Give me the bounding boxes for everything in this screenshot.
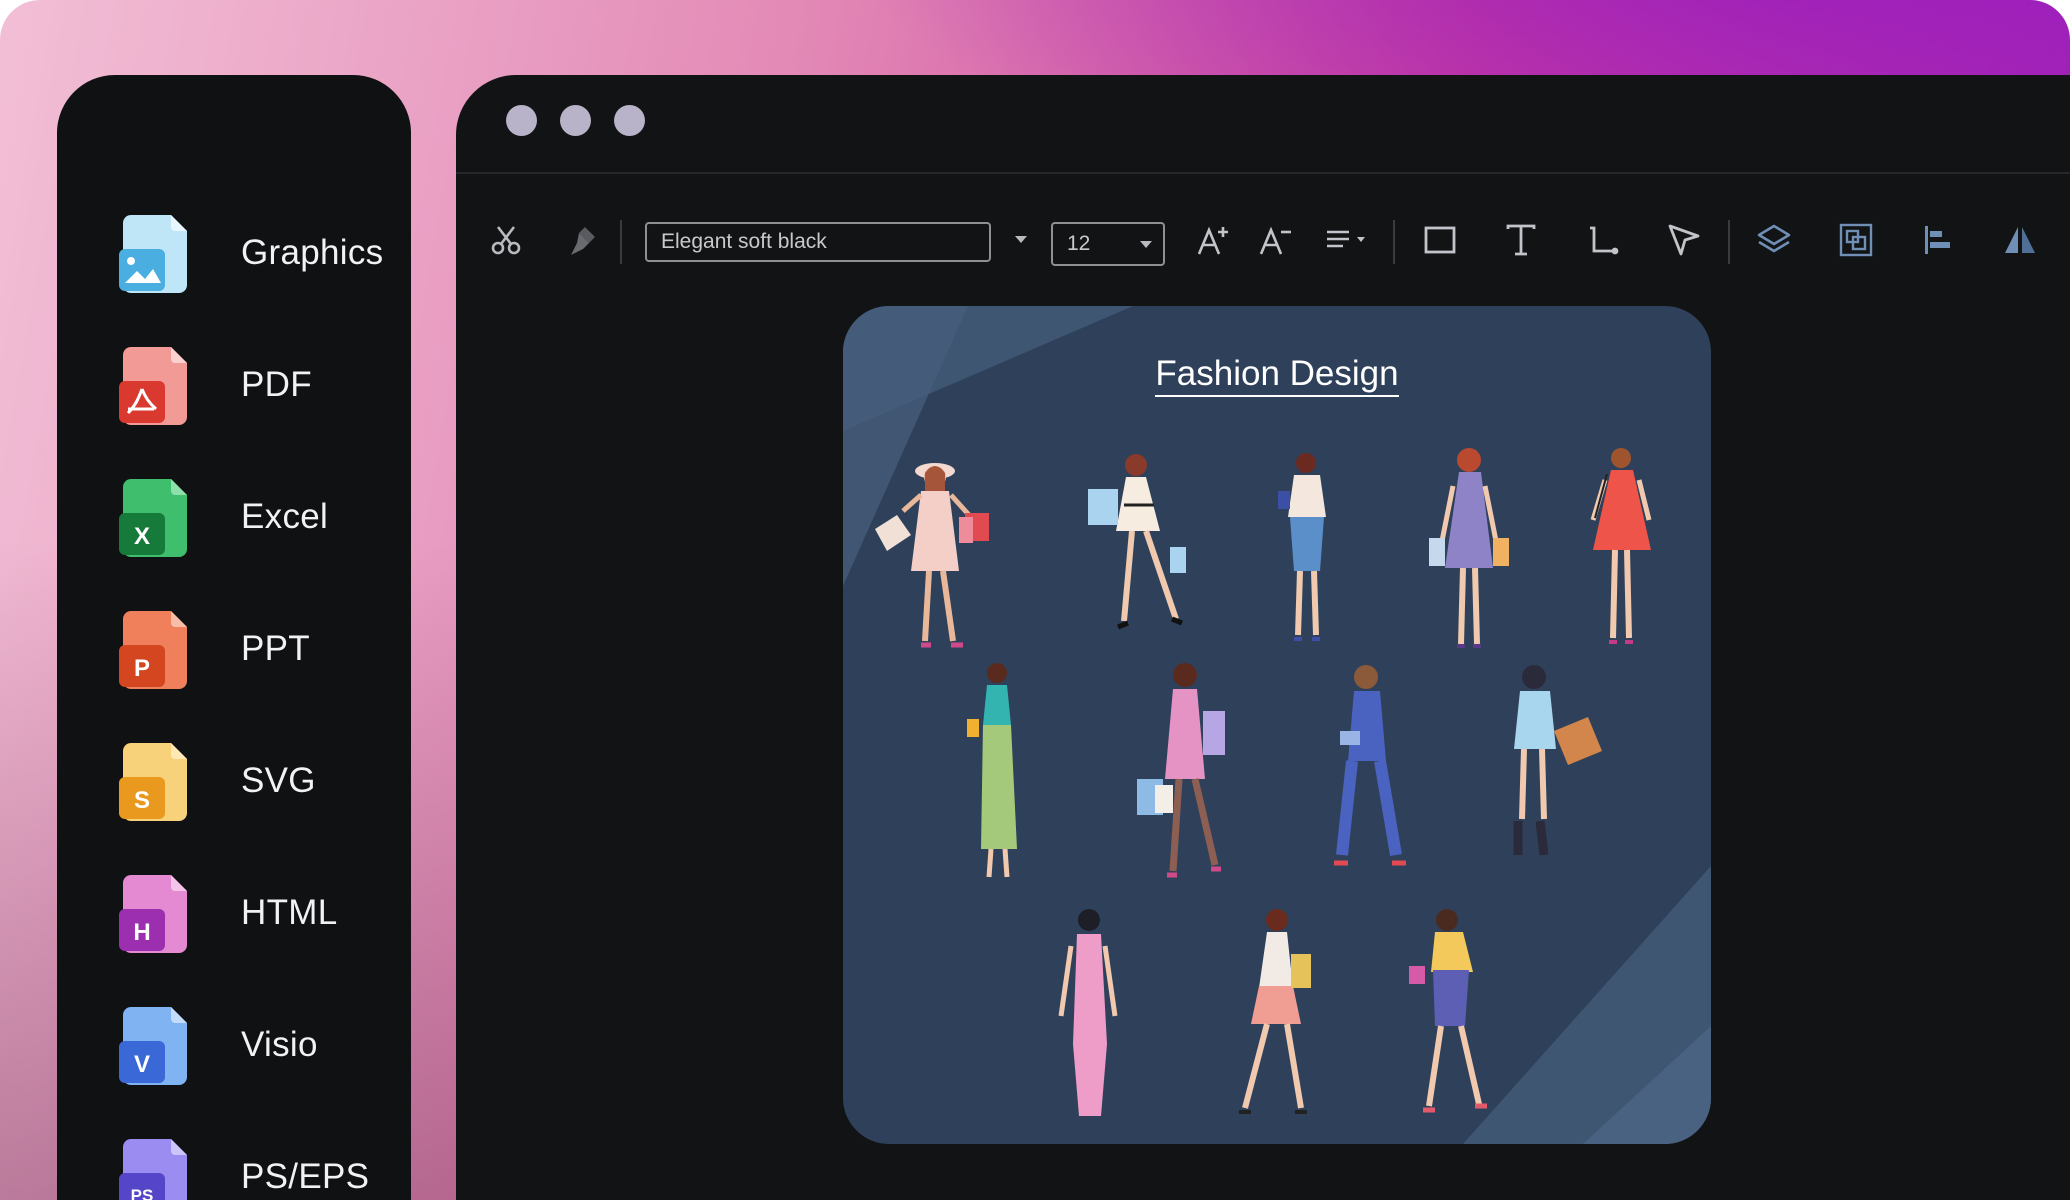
format-item-html[interactable]: H HTML <box>117 868 407 958</box>
svg-text:P: P <box>134 655 150 682</box>
window-dot-close[interactable] <box>506 105 537 136</box>
canvas-card[interactable]: Fashion Design <box>843 306 1711 1144</box>
align-icon[interactable] <box>1318 200 1378 280</box>
format-label: Graphics <box>241 233 384 272</box>
svg-text:V: V <box>134 1051 150 1078</box>
scissors-icon[interactable] <box>478 200 534 280</box>
format-sidebar: Graphics PDF X Excel P PPT S SVG H HTML … <box>57 75 411 1200</box>
format-item-graphics[interactable]: Graphics <box>117 208 407 298</box>
fashion-figure-pink-dress[interactable] <box>1133 661 1253 891</box>
pointer-icon[interactable] <box>1654 200 1714 280</box>
layers-icon[interactable] <box>1744 200 1804 280</box>
ppt-file-icon: P <box>117 607 195 691</box>
format-label: PDF <box>241 365 312 404</box>
editor-window: Elegant soft black 12 Fashion Design <box>456 75 2070 1200</box>
format-label: Visio <box>241 1025 318 1064</box>
format-painter-icon[interactable] <box>554 200 610 280</box>
fashion-figure-purple-dress[interactable] <box>1423 446 1513 666</box>
font-decrease-icon[interactable] <box>1248 200 1304 280</box>
svg-text:H: H <box>133 919 150 946</box>
font-increase-icon[interactable] <box>1186 200 1242 280</box>
format-item-ppt[interactable]: P PPT <box>117 604 407 694</box>
format-item-excel[interactable]: X Excel <box>117 472 407 562</box>
svg-text:PS: PS <box>131 1186 154 1200</box>
fashion-figure-hat[interactable] <box>873 451 1013 661</box>
pdf-file-icon <box>117 343 195 427</box>
fashion-figure-green-skirt[interactable] <box>963 661 1033 891</box>
rectangle-icon[interactable] <box>1410 200 1470 280</box>
format-item-ps-eps[interactable]: PS PS/EPS <box>117 1132 407 1200</box>
toolbar-separator <box>620 220 622 264</box>
fashion-figure-red-dress[interactable] <box>1583 446 1663 666</box>
format-label: Excel <box>241 497 329 536</box>
connector-icon[interactable] <box>1572 200 1632 280</box>
fashion-figure-yellow-top[interactable] <box>1403 906 1503 1136</box>
visio-file-icon: V <box>117 1003 195 1087</box>
titlebar-divider <box>456 172 2070 174</box>
fashion-figure-coral-skirt[interactable] <box>1223 906 1333 1136</box>
format-label: HTML <box>241 893 338 932</box>
fashion-figure-blue-skirt[interactable] <box>1268 451 1348 661</box>
window-controls <box>506 105 645 136</box>
group-icon[interactable] <box>1826 200 1886 280</box>
font-size-select[interactable]: 12 <box>1051 222 1165 266</box>
excel-file-icon: X <box>117 475 195 559</box>
format-item-pdf[interactable]: PDF <box>117 340 407 430</box>
chevron-down-icon[interactable] <box>1006 200 1036 280</box>
canvas-title[interactable]: Fashion Design <box>843 354 1711 397</box>
fashion-figure-pink-gown[interactable] <box>1053 906 1133 1136</box>
image-file-icon <box>117 211 195 295</box>
format-item-svg[interactable]: S SVG <box>117 736 407 826</box>
flip-icon[interactable] <box>1990 200 2050 280</box>
text-icon[interactable] <box>1491 200 1551 280</box>
format-label: PS/EPS <box>241 1157 370 1196</box>
svg-text:S: S <box>134 787 150 814</box>
ps-eps-file-icon: PS <box>117 1135 195 1200</box>
fashion-figure-blue-jumpsuit[interactable] <box>1318 661 1418 891</box>
align-left-icon[interactable] <box>1908 200 1968 280</box>
format-item-visio[interactable]: V Visio <box>117 1000 407 1090</box>
fashion-figure-shopping[interactable] <box>1088 451 1198 661</box>
window-dot-maximize[interactable] <box>614 105 645 136</box>
format-label: PPT <box>241 629 310 668</box>
html-file-icon: H <box>117 871 195 955</box>
svg-file-icon: S <box>117 739 195 823</box>
format-label: SVG <box>241 761 316 800</box>
chevron-down-icon <box>1140 241 1152 248</box>
toolbar-separator <box>1393 220 1395 264</box>
font-family-select[interactable]: Elegant soft black <box>645 222 991 262</box>
toolbar-separator <box>1728 220 1730 264</box>
window-dot-minimize[interactable] <box>560 105 591 136</box>
toolbar: Elegant soft black 12 <box>456 200 2070 280</box>
svg-text:X: X <box>134 523 150 550</box>
fashion-figure-light-blue[interactable] <box>1498 661 1608 891</box>
font-size-value: 12 <box>1067 232 1091 255</box>
